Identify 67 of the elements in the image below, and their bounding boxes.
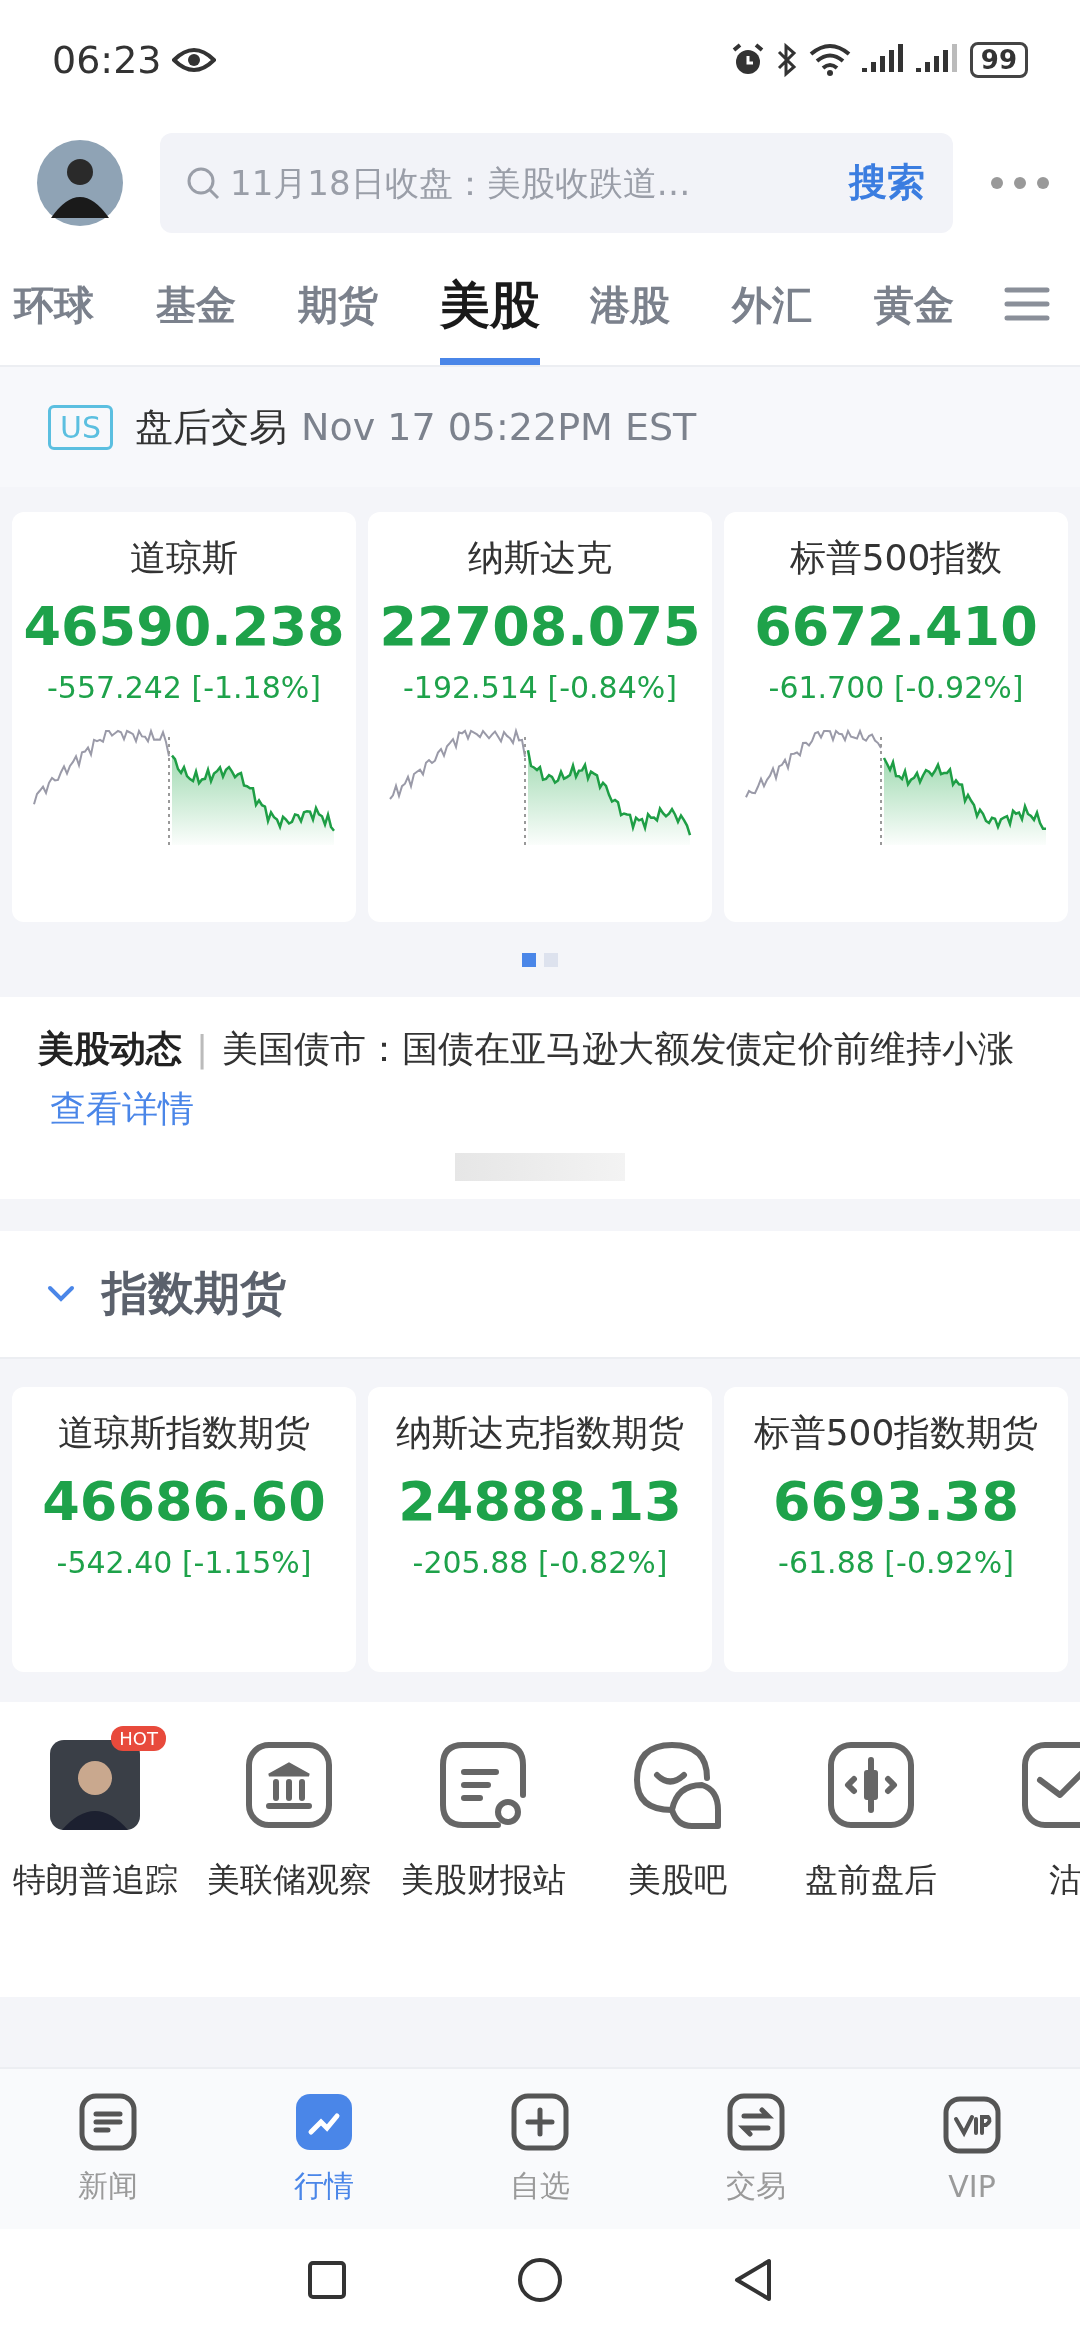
market-tab[interactable]: 港股 <box>590 245 670 365</box>
futures-value: 46686.60 <box>42 1470 326 1533</box>
index-card[interactable]: 道琼斯 46590.238 -557.242 [-1.18%] <box>12 512 356 922</box>
eye-icon <box>171 46 216 74</box>
candlestick-icon <box>826 1740 916 1830</box>
hot-badge: HOT <box>111 1726 166 1751</box>
futures-value: 6693.38 <box>773 1470 1019 1533</box>
futures-card[interactable]: 标普500指数期货 6693.38 -61.88 [-0.92%] <box>724 1387 1068 1672</box>
chat-icon <box>632 1740 722 1830</box>
index-change: -61.700 [-0.92%] <box>768 670 1024 705</box>
details-link[interactable]: 查看详情 <box>50 1088 194 1129</box>
avatar[interactable] <box>37 139 123 226</box>
document-icon <box>438 1740 528 1830</box>
index-change: -557.242 [-1.18%] <box>47 670 321 705</box>
menu-icon <box>1004 286 1050 322</box>
futures-name: 标普500指数期货 <box>753 1411 1039 1455</box>
futures-card[interactable]: 纳斯达克指数期货 24888.13 -205.88 [-0.82%] <box>368 1387 712 1672</box>
search-icon <box>186 165 220 200</box>
bank-icon <box>244 1740 334 1830</box>
shortcut-item[interactable]: 美联储观察 <box>194 1722 384 1997</box>
swap-icon <box>726 2091 786 2152</box>
market-tab[interactable]: 环球 <box>14 245 94 365</box>
session-time: Nov 17 05:22PM EST <box>301 405 697 449</box>
clock-time: 06:23 <box>52 38 162 82</box>
vip-icon <box>942 2094 1002 2155</box>
futures-change: -205.88 [-0.82%] <box>412 1545 668 1580</box>
futures-name: 道琼斯指数期货 <box>58 1411 310 1455</box>
index-card[interactable]: 纳斯达克 22708.075 -192.514 [-0.84%] <box>368 512 712 922</box>
index-name: 道琼斯 <box>130 536 238 580</box>
shortcut-item[interactable]: 美股吧 <box>582 1722 772 1997</box>
section-header[interactable]: 指数期货 <box>0 1231 1080 1359</box>
shortcut-item[interactable]: 美股财报站 <box>388 1722 578 1997</box>
home-icon[interactable] <box>517 2257 563 2303</box>
futures-card[interactable]: 道琼斯指数期货 46686.60 -542.40 [-1.15%] <box>12 1387 356 1672</box>
recents-icon[interactable] <box>307 2260 347 2300</box>
index-value: 46590.238 <box>23 595 345 658</box>
session-label: 盘后交易 <box>135 403 287 451</box>
nav-tab[interactable]: 行情 <box>216 2069 432 2229</box>
market-tab[interactable]: 基金 <box>156 245 236 365</box>
market-tab[interactable]: 期货 <box>298 245 378 365</box>
shortcut-item[interactable]: HOT 特朗普追踪 <box>0 1722 190 1997</box>
list-icon <box>78 2091 138 2152</box>
index-value: 6672.410 <box>754 595 1038 658</box>
plus-icon <box>510 2091 570 2152</box>
news-text: 美股动态 | 美国债市：国债在亚马逊大额发债定价前维持小涨 查看详情 <box>38 1027 1016 1131</box>
index-value: 22708.075 <box>379 595 701 658</box>
index-name: 纳斯达克 <box>468 536 612 580</box>
market-tab[interactable]: 外汇 <box>732 245 812 365</box>
battery-level: 99 <box>969 42 1028 78</box>
more-icon[interactable] <box>990 175 1050 190</box>
search-field[interactable]: 11月18日收盘：美股收跌道… 搜索 <box>160 132 953 233</box>
market-tab[interactable]: 黄金 <box>874 245 954 365</box>
wifi-icon <box>807 42 852 78</box>
shortcut-item[interactable]: 盘前盘后 <box>776 1722 966 1997</box>
index-change: -192.514 [-0.84%] <box>403 670 677 705</box>
futures-name: 纳斯达克指数期货 <box>396 1411 684 1455</box>
index-name: 标普500指数 <box>789 536 1003 580</box>
bluetooth-icon <box>775 42 798 78</box>
market-badge: US <box>48 404 113 450</box>
search-button[interactable]: 搜索 <box>849 157 925 208</box>
index-card[interactable]: 标普500指数 6672.410 -61.700 [-0.92%] <box>724 512 1068 922</box>
back-icon[interactable] <box>733 2258 773 2302</box>
shortcut-item[interactable]: 沽 <box>970 1722 1080 1997</box>
futures-change: -542.40 [-1.15%] <box>56 1545 312 1580</box>
trend-icon <box>294 2091 354 2152</box>
futures-value: 24888.13 <box>398 1470 682 1533</box>
futures-change: -61.88 [-0.92%] <box>778 1545 1014 1580</box>
